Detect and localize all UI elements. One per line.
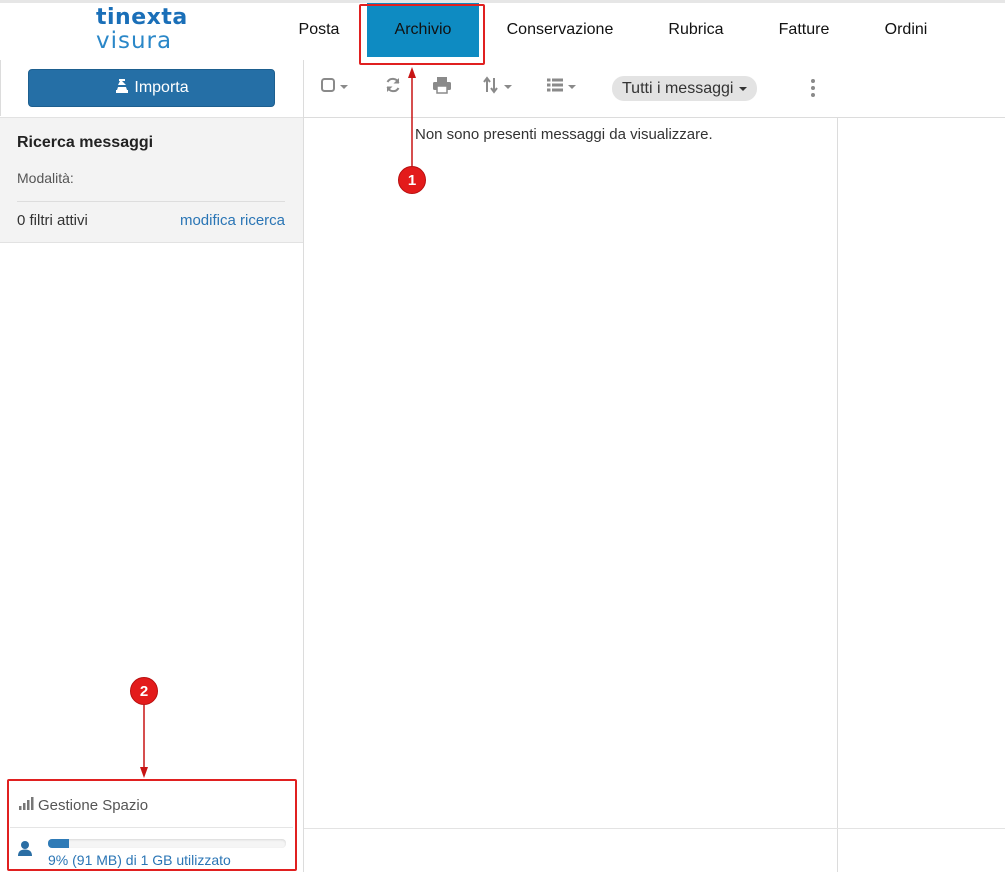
list-view-icon [546,77,564,98]
nav-item-archivio[interactable]: Archivio [367,3,479,57]
active-filters-count: 0 filtri attivi [17,212,88,229]
signal-bars-icon [18,796,34,814]
space-usage-text[interactable]: 9% (91 MB) di 1 GB utilizzato [48,852,231,868]
chevron-down-icon [504,85,512,89]
chevron-down-icon [340,85,348,89]
empty-list-message: Non sono presenti messaggi da visualizza… [415,126,713,143]
message-toolbar: Tutti i messaggi [304,60,1005,118]
nav-item-rubrica[interactable]: Rubrica [652,3,740,57]
space-title-label: Gestione Spazio [38,797,149,814]
chevron-down-icon [568,85,576,89]
callout-badge-2: 2 [130,677,158,705]
checkbox-icon [320,77,336,98]
sort-icon [482,75,500,99]
nav-item-conservazione[interactable]: Conservazione [495,3,625,57]
space-usage-bar [48,839,286,848]
logo-top-text: tinexta [96,5,188,30]
space-usage-fill [48,839,70,848]
message-filter-label: Tutti i messaggi [622,79,734,97]
app-logo[interactable]: tinexta visura [96,7,188,53]
select-dropdown[interactable] [320,76,348,98]
nav-item-posta[interactable]: Posta [283,3,355,57]
search-mode-label: Modalità: [17,170,74,186]
more-icon[interactable] [809,78,817,98]
preview-pane [838,118,1005,872]
print-button[interactable] [432,76,452,98]
refresh-button[interactable] [384,76,402,98]
space-divider [10,827,293,828]
nav-item-ordini[interactable]: Ordini [873,3,939,57]
import-icon [114,78,130,99]
sidebar: Importa Ricerca messaggi Modalità: 0 fil… [0,60,304,872]
callout-badge-1: 1 [398,166,426,194]
message-list: Non sono presenti messaggi da visualizza… [304,118,838,872]
space-panel: Gestione Spazio 9% (91 MB) di 1 GB utili… [0,778,303,872]
message-filter-dropdown[interactable]: Tutti i messaggi [612,76,758,101]
footer-divider [304,828,1005,829]
print-icon [432,76,452,99]
edit-search-link[interactable]: modifica ricerca [180,212,285,229]
sidebar-divider [0,60,1,116]
user-icon [17,840,33,856]
search-panel: Ricerca messaggi Modalità: 0 filtri atti… [0,117,303,243]
chevron-down-icon [739,86,748,91]
sort-dropdown[interactable] [482,75,512,99]
refresh-icon [384,76,402,99]
view-dropdown[interactable] [546,76,576,98]
search-divider [17,201,285,202]
nav-item-fatture[interactable]: Fatture [765,3,843,57]
search-panel-title: Ricerca messaggi [17,134,154,151]
logo-bottom-text: visura [96,28,173,54]
import-button[interactable]: Importa [28,69,275,107]
space-panel-title[interactable]: Gestione Spazio [18,796,148,814]
import-button-label: Importa [134,79,189,96]
